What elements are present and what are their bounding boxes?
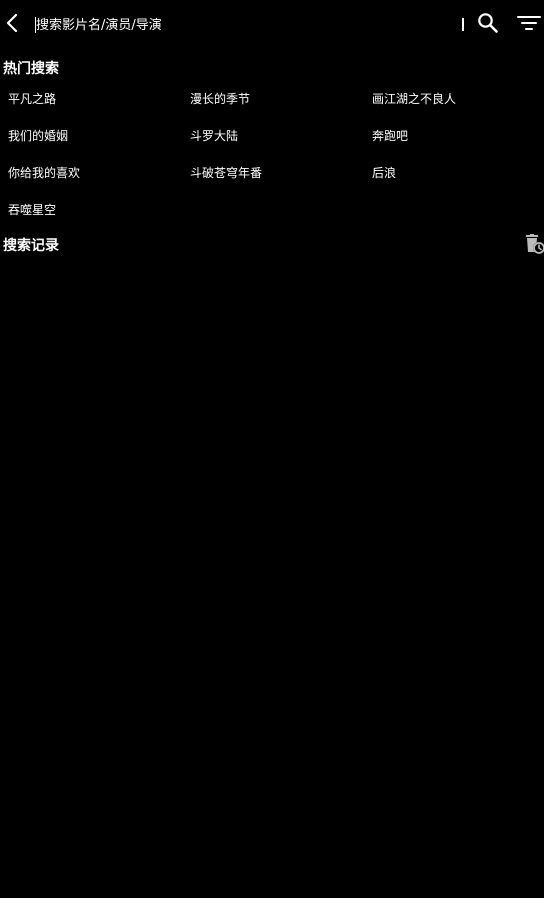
- hot-search-row: 我们的婚姻 斗罗大陆 奔跑吧: [0, 117, 544, 154]
- hot-search-item[interactable]: 画江湖之不良人: [372, 90, 456, 107]
- hot-search-item[interactable]: 后浪: [372, 164, 396, 181]
- hot-search-row: 你给我的喜欢 斗破苍穹年番 后浪: [0, 154, 544, 191]
- clear-history-button[interactable]: [522, 234, 544, 258]
- back-button[interactable]: [0, 10, 24, 40]
- hot-search-item[interactable]: 斗罗大陆: [190, 127, 238, 144]
- text-cursor: [35, 17, 36, 33]
- hot-search-item[interactable]: 斗破苍穹年番: [190, 164, 262, 181]
- hot-search-item[interactable]: 我们的婚姻: [8, 127, 68, 144]
- hot-search-row: 平凡之路 漫长的季节 画江湖之不良人: [0, 80, 544, 117]
- search-input[interactable]: [33, 12, 456, 38]
- hot-search-item[interactable]: 你给我的喜欢: [8, 164, 80, 181]
- search-box: [33, 12, 456, 38]
- hot-search-item[interactable]: 吞噬星空: [8, 201, 56, 218]
- filter-icon: [516, 13, 542, 37]
- hot-search-list: 平凡之路 漫长的季节 画江湖之不良人 我们的婚姻 斗罗大陆 奔跑吧 你给我的喜欢…: [0, 80, 544, 228]
- search-divider: [462, 18, 464, 31]
- chevron-left-icon: [5, 13, 19, 37]
- hot-search-title: 热门搜索: [3, 61, 59, 77]
- delete-history-icon: [522, 234, 544, 258]
- hot-search-item[interactable]: 平凡之路: [8, 90, 56, 107]
- hot-search-row: 吞噬星空: [0, 191, 544, 228]
- hot-search-item[interactable]: 奔跑吧: [372, 127, 408, 144]
- hot-search-item[interactable]: 漫长的季节: [190, 90, 250, 107]
- filter-button[interactable]: [514, 10, 544, 40]
- search-history-title: 搜索记录: [3, 238, 59, 254]
- search-button[interactable]: [474, 10, 502, 40]
- top-bar: [0, 0, 544, 50]
- search-icon: [476, 11, 500, 39]
